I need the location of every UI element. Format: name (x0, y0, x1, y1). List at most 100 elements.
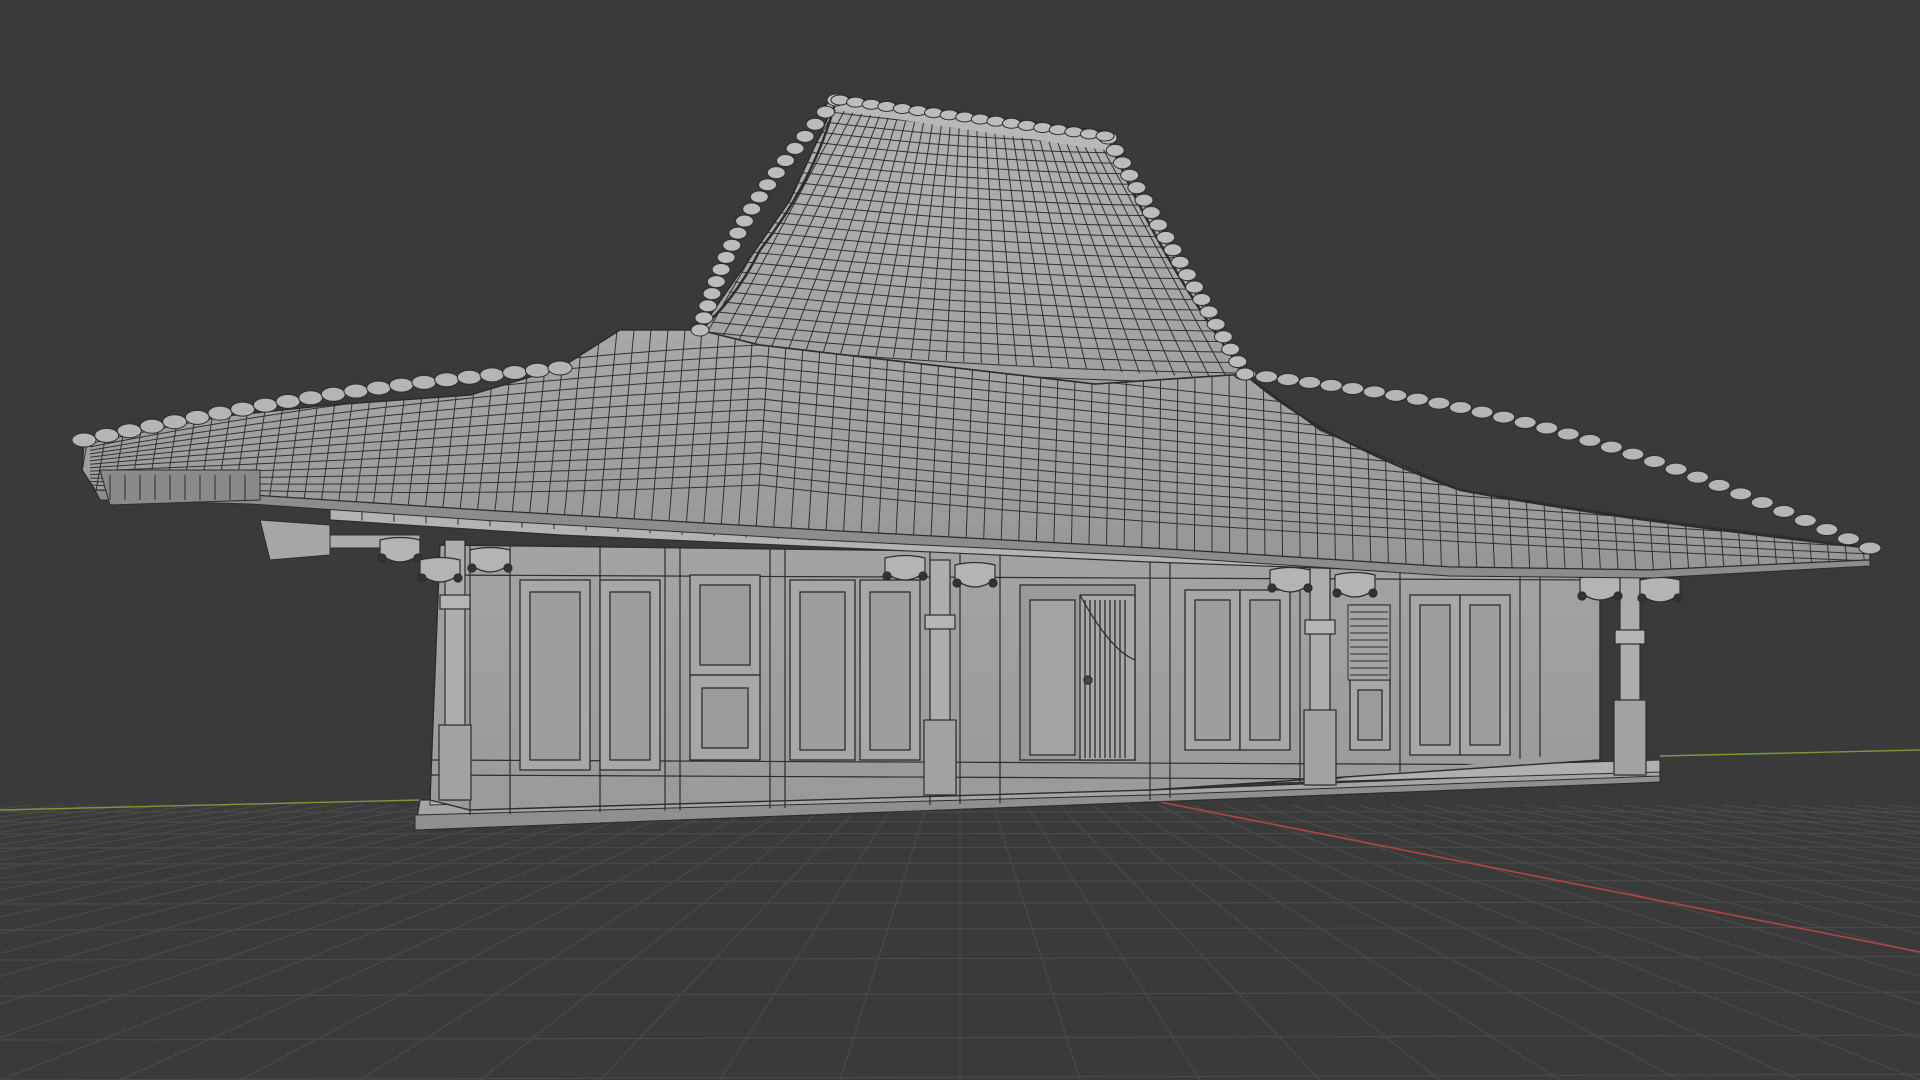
hip-tile (1492, 410, 1516, 424)
hip-tile (1815, 523, 1839, 537)
hip-tile (547, 360, 573, 376)
ridge-tile (1185, 280, 1205, 294)
ridge-tile (728, 226, 748, 240)
hip-tile (139, 418, 165, 434)
hip-tile (1621, 447, 1645, 461)
house-door[interactable] (1019, 584, 1136, 761)
x-axis-line (1149, 799, 1920, 953)
ridge-tile (1120, 168, 1140, 182)
3d-viewport[interactable] (0, 0, 1920, 1080)
hip-tile (1642, 454, 1666, 468)
ridge-tile (986, 115, 1006, 127)
hip-tile (1298, 375, 1322, 389)
ridge-tile (805, 117, 825, 131)
hip-tile (275, 393, 301, 409)
pillar-capital (1304, 619, 1336, 635)
ridge-tile (846, 96, 866, 108)
hip-tile (388, 377, 414, 393)
ridge-tile (1192, 292, 1212, 306)
hip-tile (1535, 421, 1559, 435)
bracket-knob (988, 578, 998, 588)
ridge-tile (711, 262, 731, 276)
grid-line (1457, 804, 1920, 904)
ridge-tile (758, 178, 778, 192)
grid-line (0, 804, 65, 814)
hip-tile (1362, 385, 1386, 399)
house-model[interactable] (45, 93, 1920, 831)
hip-tile (1319, 378, 1343, 392)
ridge-tile (1235, 367, 1255, 381)
ridge-tile (955, 111, 975, 123)
hip-tile (298, 390, 324, 406)
grid-line (1324, 804, 1920, 977)
hip-tile (320, 386, 346, 402)
hip-tile (1384, 388, 1408, 402)
ridge-tile (1177, 268, 1197, 282)
hip-tile (1470, 405, 1494, 419)
ridge-tile (1134, 193, 1154, 207)
hip-tile (411, 374, 437, 390)
pillar-capital (439, 594, 471, 610)
bracket-knob (1637, 593, 1647, 603)
ridge-tile (690, 323, 710, 337)
grid-line (1424, 804, 1920, 918)
hip-tile (1750, 496, 1774, 510)
grid-line (1788, 804, 1920, 823)
ridge-tile (861, 98, 881, 110)
ridge-tile (970, 113, 990, 125)
grid-line (1025, 804, 1201, 1080)
bracket-knob (1303, 583, 1313, 593)
grid-line (1158, 804, 1681, 1080)
roof-tile-column (1892, 330, 1919, 580)
hip-tile (252, 397, 278, 413)
hip-tile (1729, 487, 1753, 501)
pillar-base (438, 724, 472, 801)
grid-line (0, 804, 132, 823)
bracket-knob (377, 553, 387, 563)
ridge-tile (1033, 122, 1053, 134)
hip-tile (116, 423, 142, 439)
bracket-knob (503, 563, 513, 573)
hip-tile (162, 414, 188, 430)
ridge-tile (734, 214, 754, 228)
left-eave-detail (99, 469, 261, 506)
grid-line (1490, 804, 1920, 891)
pillar-capital (924, 614, 956, 630)
y-axis-line-right (1659, 749, 1920, 757)
ridge-tile (1127, 181, 1147, 195)
ridge-tile (830, 94, 850, 106)
ridge-tile (722, 238, 742, 252)
hip-tile (71, 432, 97, 448)
hip-tile (1276, 373, 1300, 387)
pillar-base (1303, 709, 1337, 786)
ridge-tile (1199, 305, 1219, 319)
ridge-tile (939, 109, 959, 121)
ridge-tile (1048, 124, 1068, 136)
ridge-tile (1079, 128, 1099, 140)
grid-line (1855, 804, 1920, 814)
ridge-tile (1228, 355, 1248, 369)
ridge-tile (1156, 230, 1176, 244)
hip-tile (456, 369, 482, 385)
grid-line (1059, 804, 1321, 1080)
grid-line (992, 804, 1081, 1080)
ridge-tile (1001, 117, 1021, 129)
hip-tile (1449, 400, 1473, 414)
hip-tile (502, 364, 528, 380)
hip-tile (524, 362, 550, 378)
grid-line (839, 804, 928, 1080)
hip-tile (1664, 462, 1688, 476)
ridge-tile (766, 166, 786, 180)
ridge-tile (892, 102, 912, 114)
grid-line (719, 804, 895, 1080)
hip-tile (1513, 415, 1537, 429)
ridge-tile (1213, 330, 1233, 344)
ridge-tile (702, 287, 722, 301)
ridge-tile (1017, 119, 1037, 131)
bracket-knob (1673, 593, 1683, 603)
ridge-tile (924, 107, 944, 119)
ridge-tile (1163, 243, 1183, 257)
grid-line (1523, 804, 1920, 880)
bracket-knob (1368, 588, 1378, 598)
hip-tile (366, 380, 392, 396)
